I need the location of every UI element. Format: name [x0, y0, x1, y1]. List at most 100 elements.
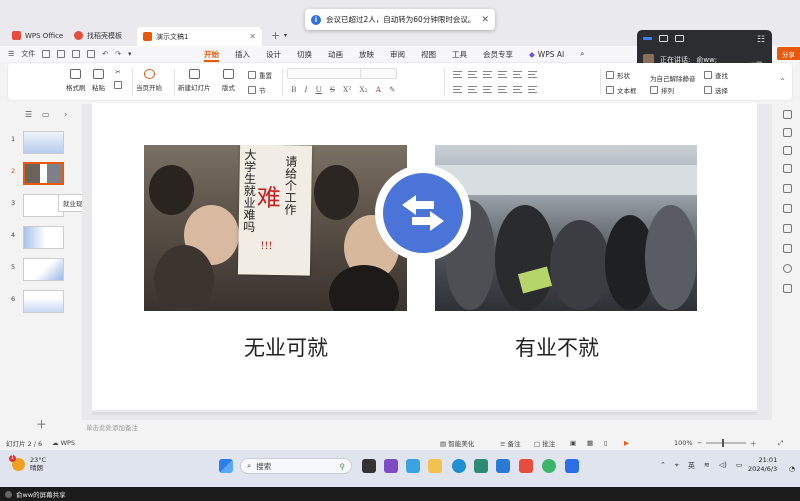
numbering-icon[interactable] [468, 71, 477, 78]
photo-job-fair[interactable] [435, 145, 697, 311]
slide-thumbnail-1[interactable] [23, 131, 64, 154]
decrease-indent-icon[interactable] [483, 71, 492, 78]
menu-icon[interactable]: ☷ [757, 35, 765, 45]
more-icon[interactable] [783, 284, 792, 293]
tab-review[interactable]: 审阅 [382, 46, 413, 62]
columns-icon[interactable] [528, 86, 537, 93]
task-view-icon[interactable] [362, 459, 376, 473]
tab-insert[interactable]: 插入 [227, 46, 258, 62]
distribute-icon[interactable] [513, 86, 522, 93]
section-button[interactable]: 节 [248, 85, 266, 95]
collapse-icon[interactable] [783, 110, 792, 119]
find-button[interactable]: 查找 [704, 70, 728, 80]
grid-icon[interactable] [675, 35, 684, 42]
input-language[interactable]: 英 [688, 461, 695, 471]
star-icon[interactable] [783, 146, 792, 155]
reading-view-icon[interactable]: ▯ [604, 439, 608, 447]
font-color-button[interactable]: A [376, 85, 381, 94]
copy-icon[interactable] [114, 81, 122, 89]
subscript-button[interactable]: X₂ [359, 85, 367, 94]
file-explorer-icon[interactable] [428, 459, 442, 473]
print-icon[interactable] [72, 50, 81, 58]
collapse-ribbon-icon[interactable]: ⌃ [779, 77, 786, 86]
tab-wps-office[interactable]: WPS Office [6, 27, 69, 44]
align-left-icon[interactable] [453, 86, 462, 93]
bold-button[interactable]: B [291, 85, 297, 94]
chevron-down-icon[interactable]: ▾ [284, 32, 287, 39]
shape-icon[interactable] [783, 244, 792, 253]
volume-icon[interactable]: ◁) [719, 461, 727, 471]
slide-thumbnail-5[interactable] [23, 258, 64, 281]
battery-icon[interactable]: ▭ [736, 461, 743, 471]
horizontal-scrollbar[interactable] [92, 412, 757, 415]
current-slide[interactable]: 大学生就业难吗 难 请给个工作 !!! 无业可就 有业不就 [92, 103, 757, 410]
tab-animation[interactable]: 动画 [320, 46, 351, 62]
visual-studio-icon[interactable] [384, 459, 398, 473]
tab-home[interactable]: 开始 [196, 46, 227, 62]
normal-view-icon[interactable]: ▣ [570, 439, 576, 447]
windows-start-icon[interactable] [219, 459, 233, 473]
superscript-button[interactable]: X² [343, 85, 351, 94]
play-slideshow-icon[interactable]: ▶ [624, 439, 629, 447]
play-from-current-button[interactable]: 当页开始 [136, 69, 162, 92]
tab-slideshow[interactable]: 放映 [351, 46, 382, 62]
zoom-level[interactable]: 100% [674, 439, 693, 447]
increase-indent-icon[interactable] [498, 71, 507, 78]
new-slide-button[interactable]: 新建幻灯片 [178, 69, 211, 92]
animation-icon[interactable] [783, 184, 792, 193]
wifi-icon[interactable]: ≋ [704, 461, 710, 471]
vscode-icon[interactable] [496, 459, 510, 473]
arrange-button[interactable]: 排列 [650, 85, 674, 95]
taskbar-search[interactable]: ⌕ 搜索 ⚲ [240, 458, 352, 474]
system-clock[interactable]: 21:01 2024/6/3 [748, 456, 777, 474]
line-spacing-icon[interactable] [513, 71, 522, 78]
list-view-icon[interactable]: ☰ [25, 110, 32, 119]
tab-presentation[interactable]: 演示文稿1 ✕ [137, 27, 262, 46]
wps-office-icon[interactable] [519, 459, 533, 473]
notes-input[interactable]: 单击此处添加备注 [82, 420, 772, 434]
align-right-icon[interactable] [483, 86, 492, 93]
file-menu[interactable]: 文件 [21, 49, 35, 59]
export-pdf-icon[interactable] [57, 50, 66, 58]
window-icon[interactable] [659, 35, 668, 42]
shape-button[interactable]: 形状 [606, 70, 630, 80]
share-button[interactable]: 分享 [777, 47, 800, 60]
comments-button[interactable]: □ 批注 [534, 438, 555, 448]
search-icon[interactable]: ⌕ [572, 46, 592, 62]
zoom-in-button[interactable]: ＋ [750, 438, 757, 448]
tencent-meeting-icon[interactable] [565, 459, 579, 473]
select-button[interactable]: 选择 [704, 85, 728, 95]
zoom-slider-knob[interactable] [722, 439, 724, 447]
print-preview-icon[interactable] [87, 50, 96, 58]
app-icon[interactable] [474, 459, 488, 473]
location-icon[interactable]: ⌖ [675, 461, 679, 471]
format-painter-button[interactable]: 格式刷 [66, 69, 86, 92]
cut-icon[interactable]: ✂ [115, 68, 120, 76]
bullets-icon[interactable] [453, 71, 462, 78]
properties-icon[interactable] [783, 128, 792, 137]
thumbnail-view-icon[interactable]: ▭ [42, 110, 50, 119]
reset-button[interactable]: 重置 [248, 70, 272, 80]
minimize-icon[interactable] [643, 37, 652, 40]
italic-button[interactable]: I [305, 85, 308, 94]
paste-button[interactable]: 粘贴 [92, 69, 105, 92]
tab-view[interactable]: 视图 [413, 46, 444, 62]
tab-transitions[interactable]: 切换 [289, 46, 320, 62]
chevron-up-icon[interactable]: ⌃ [660, 461, 666, 471]
zoom-out-button[interactable]: − [697, 439, 702, 447]
close-icon[interactable]: ✕ [249, 32, 256, 41]
align-center-icon[interactable] [468, 86, 477, 93]
font-size-select[interactable] [360, 68, 397, 79]
notes-button[interactable]: ≡ 备注 [500, 438, 521, 448]
underline-button[interactable]: U [315, 85, 321, 94]
highlight-button[interactable]: ✎ [389, 85, 395, 94]
chevron-right-icon[interactable]: › [64, 110, 67, 119]
slide-thumbnail-4[interactable] [23, 226, 64, 249]
photo-protester[interactable]: 大学生就业难吗 难 请给个工作 !!! [144, 145, 407, 311]
wechat-icon[interactable] [542, 459, 556, 473]
layout-button[interactable]: 版式 [222, 69, 235, 92]
tab-design[interactable]: 设计 [258, 46, 289, 62]
text-icon[interactable] [783, 224, 792, 233]
design-icon[interactable] [783, 164, 792, 173]
edge-icon[interactable] [452, 459, 466, 473]
